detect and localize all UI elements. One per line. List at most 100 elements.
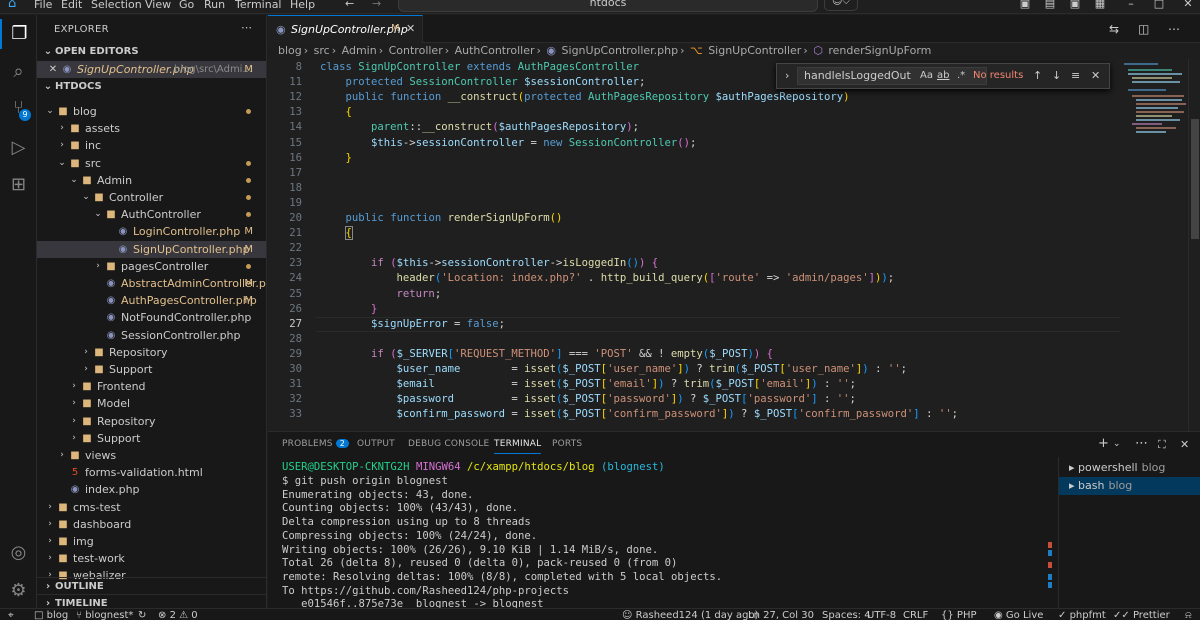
tree-item[interactable]: ◉ NotFoundController.php: [37, 309, 266, 326]
breadcrumb-item[interactable]: src: [314, 44, 330, 57]
status-blame[interactable]: ☺ Rasheed124 (1 day ago): [622, 610, 758, 620]
source-control-icon[interactable]: ⑂ 9: [0, 93, 37, 123]
tree-item[interactable]: › ■ Repository: [37, 344, 266, 361]
command-center-search[interactable]: htdocs: [398, 0, 818, 12]
open-editor-item[interactable]: ✕ ◉ SignUpController.php blog\src\Admi..…: [37, 61, 266, 78]
code-editor[interactable]: 8 class SignUpController extends AuthPage…: [268, 59, 1168, 431]
explorer-icon[interactable]: ❐: [0, 19, 37, 49]
breadcrumb-item[interactable]: renderSignUpForm: [828, 44, 931, 57]
toggle-sidebar-icon[interactable]: ▣: [1018, 0, 1032, 10]
tree-item[interactable]: 5 forms-validation.html: [37, 464, 266, 481]
run-debug-icon[interactable]: ▷: [0, 133, 37, 163]
menu-run[interactable]: Run: [204, 0, 225, 11]
breadcrumb-item[interactable]: SignUpController.php: [562, 44, 679, 57]
tree-item[interactable]: › ■ assets: [37, 120, 266, 137]
timeline-header[interactable]: › TIMELINE: [37, 594, 266, 608]
menu-go[interactable]: Go: [179, 0, 194, 11]
breadcrumb-item[interactable]: SignUpController: [708, 44, 801, 57]
menu-view[interactable]: View: [145, 0, 171, 11]
tab-signupcontroller[interactable]: ◉ SignUpController.php M ✕: [268, 15, 423, 43]
search-icon[interactable]: ⌕: [0, 57, 37, 87]
breadcrumb-item[interactable]: Controller: [389, 44, 443, 57]
more-actions-icon[interactable]: ⋯: [241, 21, 252, 34]
tree-item[interactable]: › ■ Model: [37, 395, 266, 412]
tree-item[interactable]: ◉ SessionController.php: [37, 327, 266, 344]
tree-item[interactable]: ⌄ ■ Controller: [37, 189, 266, 206]
status-problems[interactable]: ⊗ 2 ⚠ 0: [158, 610, 198, 620]
status-eol[interactable]: CRLF: [903, 610, 928, 620]
tree-item[interactable]: ⌄ ■ Admin: [37, 172, 266, 189]
previous-match-icon[interactable]: ↑: [1033, 69, 1042, 82]
tab-ports[interactable]: PORTS: [552, 439, 582, 449]
close-icon[interactable]: ✕: [406, 22, 415, 35]
tree-item[interactable]: › ■ inc: [37, 137, 266, 154]
open-editors-header[interactable]: ⌄ OPEN EDITORS: [37, 43, 266, 60]
next-match-icon[interactable]: ↓: [1052, 69, 1061, 82]
remote-icon[interactable]: ⌖: [8, 610, 14, 620]
close-icon[interactable]: ✕: [1091, 69, 1100, 82]
close-window-icon[interactable]: ✕: [1181, 0, 1195, 10]
menu-terminal[interactable]: Terminal: [235, 0, 282, 11]
outline-header[interactable]: › OUTLINE: [37, 577, 266, 594]
tab-output[interactable]: OUTPUT: [357, 439, 395, 449]
menu-help[interactable]: Help: [290, 0, 315, 11]
menu-file[interactable]: File: [34, 0, 52, 11]
new-terminal-icon[interactable]: +: [1098, 436, 1109, 451]
more-actions-icon[interactable]: ⋯: [1168, 22, 1180, 36]
breadcrumb-item[interactable]: Admin: [342, 44, 377, 57]
tree-item[interactable]: ⌄ ■ AuthController: [37, 206, 266, 223]
status-position[interactable]: Ln 27, Col 30: [748, 610, 814, 620]
tree-item[interactable]: ◉ LoginController.php M: [37, 223, 266, 240]
breadcrumb-item[interactable]: AuthController: [455, 44, 535, 57]
tree-item[interactable]: › ■ dashboard: [37, 516, 266, 533]
status-spaces[interactable]: Spaces: 4: [822, 610, 871, 620]
customize-layout-icon[interactable]: ▦: [1093, 0, 1107, 10]
more-actions-icon[interactable]: ⋯: [1135, 436, 1148, 451]
tree-item[interactable]: ◉ AuthPagesController.php M: [37, 292, 266, 309]
tab-debug-console[interactable]: DEBUG CONSOLE: [408, 439, 489, 449]
tree-item[interactable]: › ■ Frontend: [37, 378, 266, 395]
find-in-selection-icon[interactable]: ≡: [1071, 69, 1080, 82]
split-editor-icon[interactable]: ◫: [1138, 22, 1149, 36]
tree-item[interactable]: ◉ SignUpController.php M: [37, 240, 266, 258]
tree-item[interactable]: › ■ test-work: [37, 550, 266, 567]
back-arrow-icon[interactable]: ←: [345, 0, 354, 10]
minimize-icon[interactable]: –: [1124, 0, 1138, 10]
forward-arrow-icon[interactable]: →: [372, 0, 381, 10]
status-formatter[interactable]: ✓ phpfmt: [1058, 610, 1106, 620]
extensions-icon[interactable]: ⊞: [0, 170, 37, 200]
tab-terminal[interactable]: TERMINAL: [494, 439, 542, 454]
settings-gear-icon[interactable]: ⚙: [0, 576, 37, 606]
maximize-panel-icon[interactable]: ⛶: [1158, 438, 1166, 452]
chevron-down-icon[interactable]: ⌄: [1113, 439, 1121, 449]
tree-item[interactable]: › ■ views: [37, 447, 266, 464]
terminal-item-powershell[interactable]: ▸ powershell blog: [1059, 459, 1200, 477]
status-encoding[interactable]: UTF-8: [867, 610, 896, 620]
status-language[interactable]: {} PHP: [941, 610, 977, 620]
copilot-button[interactable]: ☺⌵: [824, 0, 858, 11]
minimap[interactable]: [1120, 59, 1186, 431]
tab-problems[interactable]: PROBLEMS 2: [282, 439, 350, 449]
toggle-replace-icon[interactable]: ›: [785, 69, 789, 82]
close-icon[interactable]: ✕: [47, 61, 59, 78]
terminal-item-bash[interactable]: ▸ bash blog: [1059, 477, 1200, 495]
compare-changes-icon[interactable]: ⇆: [1109, 22, 1119, 36]
notifications-bell-icon[interactable]: ⍾: [1185, 610, 1192, 620]
tree-item[interactable]: › ■ Support: [37, 361, 266, 378]
status-branch[interactable]: ⑂ blognest*: [76, 610, 133, 620]
status-folder[interactable]: □ blog: [34, 610, 68, 620]
match-whole-word-icon[interactable]: ab: [937, 70, 949, 81]
terminal-output[interactable]: USER@DESKTOP-CKNTG2H MINGW64 /c/xampp/ht…: [282, 461, 1052, 610]
tree-item[interactable]: ⌄ ■ blog: [37, 103, 266, 120]
tree-item[interactable]: › ■ pagesController: [37, 258, 266, 275]
menu-edit[interactable]: Edit: [61, 0, 82, 11]
account-icon[interactable]: ◎: [0, 538, 37, 568]
close-icon[interactable]: ✕: [1180, 438, 1189, 451]
tree-item[interactable]: › ■ Repository: [37, 413, 266, 430]
toggle-panel-icon[interactable]: ▤: [1043, 0, 1057, 10]
tree-item[interactable]: ◉ AbstractAdminController.php M: [37, 275, 266, 292]
sync-icon[interactable]: ↻: [138, 610, 146, 620]
match-case-icon[interactable]: Aa: [920, 70, 933, 81]
status-prettier[interactable]: ✓✓ Prettier: [1113, 610, 1170, 620]
toggle-secondary-sidebar-icon[interactable]: ▣: [1068, 0, 1082, 10]
